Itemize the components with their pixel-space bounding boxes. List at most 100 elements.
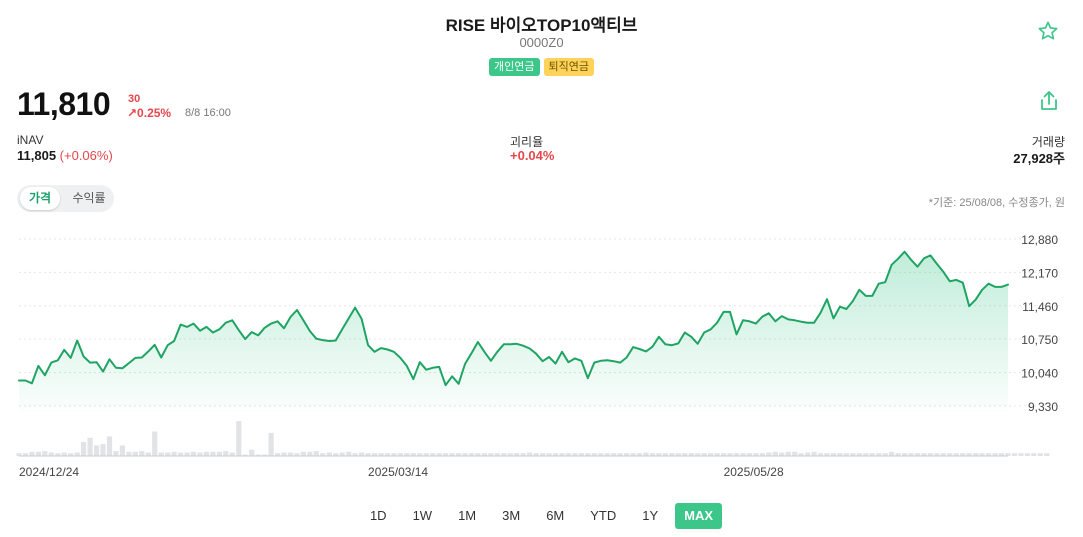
volume-bar bbox=[203, 451, 209, 456]
volume-bar bbox=[132, 451, 138, 456]
star-outline-icon[interactable] bbox=[1037, 20, 1059, 42]
volume-bar bbox=[152, 431, 158, 456]
volume-bar bbox=[113, 451, 119, 456]
range-1d-button[interactable]: 1D bbox=[361, 503, 396, 529]
volume-bar bbox=[61, 452, 67, 456]
volume-bar bbox=[229, 452, 235, 456]
share-icon[interactable] bbox=[1039, 90, 1059, 112]
volume-bar bbox=[100, 444, 106, 456]
etf-code: 0000Z0 bbox=[519, 35, 564, 50]
volume-bar bbox=[527, 452, 533, 456]
x-tick-label: 2025/03/14 bbox=[368, 465, 428, 479]
y-tick-label: 12,170 bbox=[1021, 266, 1058, 280]
volume-bar bbox=[106, 436, 113, 456]
badge-personal-pension: 개인연금 bbox=[489, 58, 540, 76]
volume-bar bbox=[268, 432, 274, 456]
volume-bar bbox=[811, 451, 817, 456]
volume-bar bbox=[42, 451, 48, 456]
volume-bar bbox=[1044, 453, 1050, 456]
volume-bar bbox=[805, 452, 811, 456]
price-chart: 12,880 12,170 11,460 10,750 10,040 9,330 2024… bbox=[16, 233, 1060, 479]
range-1m-button[interactable]: 1M bbox=[449, 503, 485, 529]
x-axis-ticks: 2024/12/24 2025/03/14 2025/05/28 bbox=[19, 465, 784, 479]
volume-bar bbox=[339, 452, 345, 456]
volume-bar bbox=[249, 449, 255, 456]
volume-bar bbox=[184, 452, 190, 456]
volume-bar bbox=[171, 451, 177, 456]
volume-bars bbox=[16, 421, 1050, 457]
volume-value: 27,928주 bbox=[1013, 151, 1065, 166]
volume-bar bbox=[165, 452, 171, 456]
y-axis-ticks: 12,880 12,170 11,460 10,750 10,040 9,330 bbox=[1021, 233, 1058, 414]
inav-value: 11,805 bbox=[17, 148, 57, 163]
volume-bar bbox=[1037, 453, 1043, 456]
volume-bar bbox=[1018, 453, 1024, 456]
range-1w-button[interactable]: 1W bbox=[404, 503, 442, 529]
current-price: 11,810 bbox=[17, 86, 111, 122]
inav-value-row: 11,805 (+0.06%) bbox=[17, 148, 113, 163]
volume-bar bbox=[766, 452, 772, 456]
volume-bar bbox=[1011, 453, 1018, 456]
price-area bbox=[19, 251, 1008, 412]
volume-bar bbox=[158, 452, 164, 456]
chart-mode-toggle: 가격 수익률 bbox=[17, 185, 114, 212]
badge-row: 개인연금 퇴직연금 bbox=[0, 58, 1083, 76]
price-area-fill bbox=[19, 251, 1008, 412]
price-change-absolute: 30 bbox=[128, 93, 141, 105]
y-tick-label: 11,460 bbox=[1022, 300, 1058, 314]
volume-bar bbox=[281, 452, 287, 456]
price-change-percent: ↗0.25% bbox=[127, 106, 172, 120]
volume-bar bbox=[300, 451, 306, 456]
volume-bar bbox=[785, 451, 791, 456]
volume-bar bbox=[87, 437, 93, 456]
toggle-price-button[interactable]: 가격 bbox=[20, 187, 60, 210]
volume-bar bbox=[197, 452, 203, 456]
volume-bar bbox=[29, 451, 35, 456]
y-tick-label: 12,880 bbox=[1021, 233, 1058, 247]
basis-note: *기준: 25/08/08, 수정종가, 원 bbox=[928, 197, 1065, 209]
range-max-button[interactable]: MAX bbox=[675, 503, 723, 529]
range-3m-button[interactable]: 3M bbox=[493, 503, 529, 529]
volume-bar bbox=[119, 445, 125, 456]
volume-bar bbox=[223, 451, 229, 456]
volume-bar bbox=[190, 451, 197, 456]
x-tick-label: 2025/05/28 bbox=[724, 465, 784, 479]
deviation-value: +0.04% bbox=[510, 148, 555, 163]
volume-bar bbox=[1031, 453, 1037, 456]
volume-bar bbox=[889, 451, 895, 456]
quote-timestamp: 8/8 16:00 bbox=[185, 107, 231, 119]
x-tick-label: 2024/12/24 bbox=[19, 465, 79, 479]
volume-bar bbox=[236, 421, 242, 456]
volume-bar bbox=[359, 452, 365, 456]
volume-bar bbox=[792, 451, 798, 456]
volume-bar bbox=[216, 451, 222, 456]
toggle-return-button[interactable]: 수익률 bbox=[67, 187, 111, 210]
volume-bar bbox=[643, 452, 649, 456]
y-tick-label: 10,750 bbox=[1021, 333, 1058, 347]
volume-bar bbox=[74, 452, 80, 456]
volume-bar bbox=[1024, 453, 1030, 456]
volume-bar bbox=[139, 451, 145, 456]
volume-bar bbox=[772, 451, 778, 456]
volume-bar bbox=[178, 452, 184, 456]
etf-title: RISE 바이오TOP10액티브 bbox=[445, 16, 638, 35]
volume-bar bbox=[94, 445, 100, 456]
inav-label: iNAV bbox=[17, 133, 44, 147]
volume-bar bbox=[313, 451, 319, 456]
y-tick-label: 10,040 bbox=[1021, 367, 1058, 381]
volume-bar bbox=[307, 451, 313, 456]
volume-bar bbox=[346, 451, 352, 456]
volume-bar bbox=[210, 451, 216, 456]
volume-bar bbox=[287, 452, 294, 456]
volume-bar bbox=[81, 442, 87, 456]
range-selector: 1D 1W 1M 3M 6M YTD 1Y MAX bbox=[0, 503, 1083, 529]
volume-bar bbox=[779, 452, 785, 456]
badge-retirement-pension: 퇴직연금 bbox=[543, 58, 594, 76]
volume-bar bbox=[145, 452, 151, 456]
volume-bar bbox=[126, 451, 132, 456]
volume-bar bbox=[326, 452, 332, 456]
y-tick-label: 9,330 bbox=[1028, 400, 1058, 414]
range-ytd-button[interactable]: YTD bbox=[581, 503, 625, 529]
range-1y-button[interactable]: 1Y bbox=[633, 503, 667, 529]
range-6m-button[interactable]: 6M bbox=[537, 503, 573, 529]
